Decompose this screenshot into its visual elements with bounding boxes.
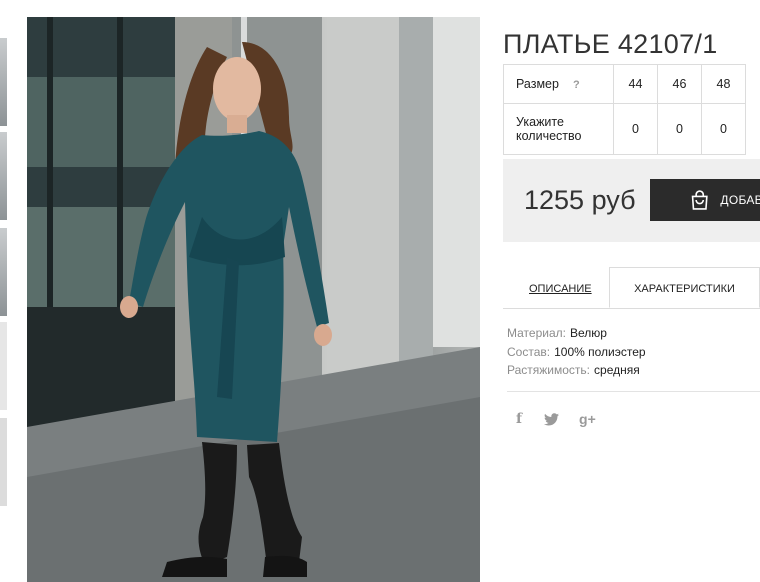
thumbnail-1[interactable] <box>0 38 7 126</box>
quantity-label: Укажите количество <box>503 103 614 155</box>
size-46: 46 <box>657 64 702 104</box>
social-share: f g+ <box>516 411 596 427</box>
facebook-icon[interactable]: f <box>516 411 522 427</box>
product-photo[interactable] <box>27 17 480 582</box>
spec-value: 100% полиэстер <box>554 344 646 359</box>
spec-key: Состав: <box>507 344 551 359</box>
spec-value: средняя <box>594 363 640 377</box>
add-to-cart-button[interactable]: ДОБАВ <box>650 179 760 221</box>
quantity-44-input[interactable]: 0 <box>613 103 658 155</box>
size-44: 44 <box>613 64 658 104</box>
product-price: 1255 руб <box>524 185 636 215</box>
product-title: ПЛАТЬЕ 42107/1 <box>503 29 718 60</box>
size-row: Размер? 44 46 48 <box>503 64 746 104</box>
size-label-cell: Размер? <box>503 64 614 104</box>
twitter-icon[interactable] <box>544 412 560 426</box>
help-icon[interactable]: ? <box>573 79 580 91</box>
product-tabs: ОПИСАНИЕ ХАРАКТЕРИСТИКИ <box>503 267 760 309</box>
thumbnail-5[interactable] <box>0 418 7 506</box>
spec-material: Материал: Велюр <box>507 324 646 343</box>
quantity-row: Укажите количество 0 0 0 <box>503 103 746 155</box>
spec-composition: Состав: 100% полиэстер <box>507 343 646 362</box>
size-label: Размер <box>516 77 559 91</box>
product-photo-illustration <box>27 17 480 582</box>
thumbnail-4[interactable] <box>0 322 7 410</box>
quantity-46-input[interactable]: 0 <box>657 103 702 155</box>
thumbnail-strip <box>0 0 8 582</box>
add-to-cart-label: ДОБАВ <box>720 193 760 207</box>
shopping-bag-icon <box>691 190 708 210</box>
size-table: Размер? 44 46 48 Укажите количество 0 0 … <box>503 64 746 155</box>
thumbnail-2[interactable] <box>0 132 7 220</box>
thumbnail-3[interactable] <box>0 228 7 316</box>
spec-key: Материал: <box>507 326 566 340</box>
tab-description[interactable]: ОПИСАНИЕ <box>529 283 592 295</box>
spec-key: Растяжимость: <box>507 363 591 377</box>
quantity-48-input[interactable]: 0 <box>701 103 746 155</box>
characteristics-list: Материал: Велюр Состав: 100% полиэстер Рас… <box>507 324 646 380</box>
spec-stretch: Растяжимость: средняя <box>507 361 646 380</box>
size-48: 48 <box>701 64 746 104</box>
tab-characteristics[interactable]: ХАРАКТЕРИСТИКИ <box>609 267 760 308</box>
price-panel: 1255 руб ДОБАВ <box>503 159 760 242</box>
google-plus-icon[interactable]: g+ <box>579 411 596 427</box>
spec-value: Велюр <box>569 326 607 340</box>
social-divider <box>507 391 760 392</box>
